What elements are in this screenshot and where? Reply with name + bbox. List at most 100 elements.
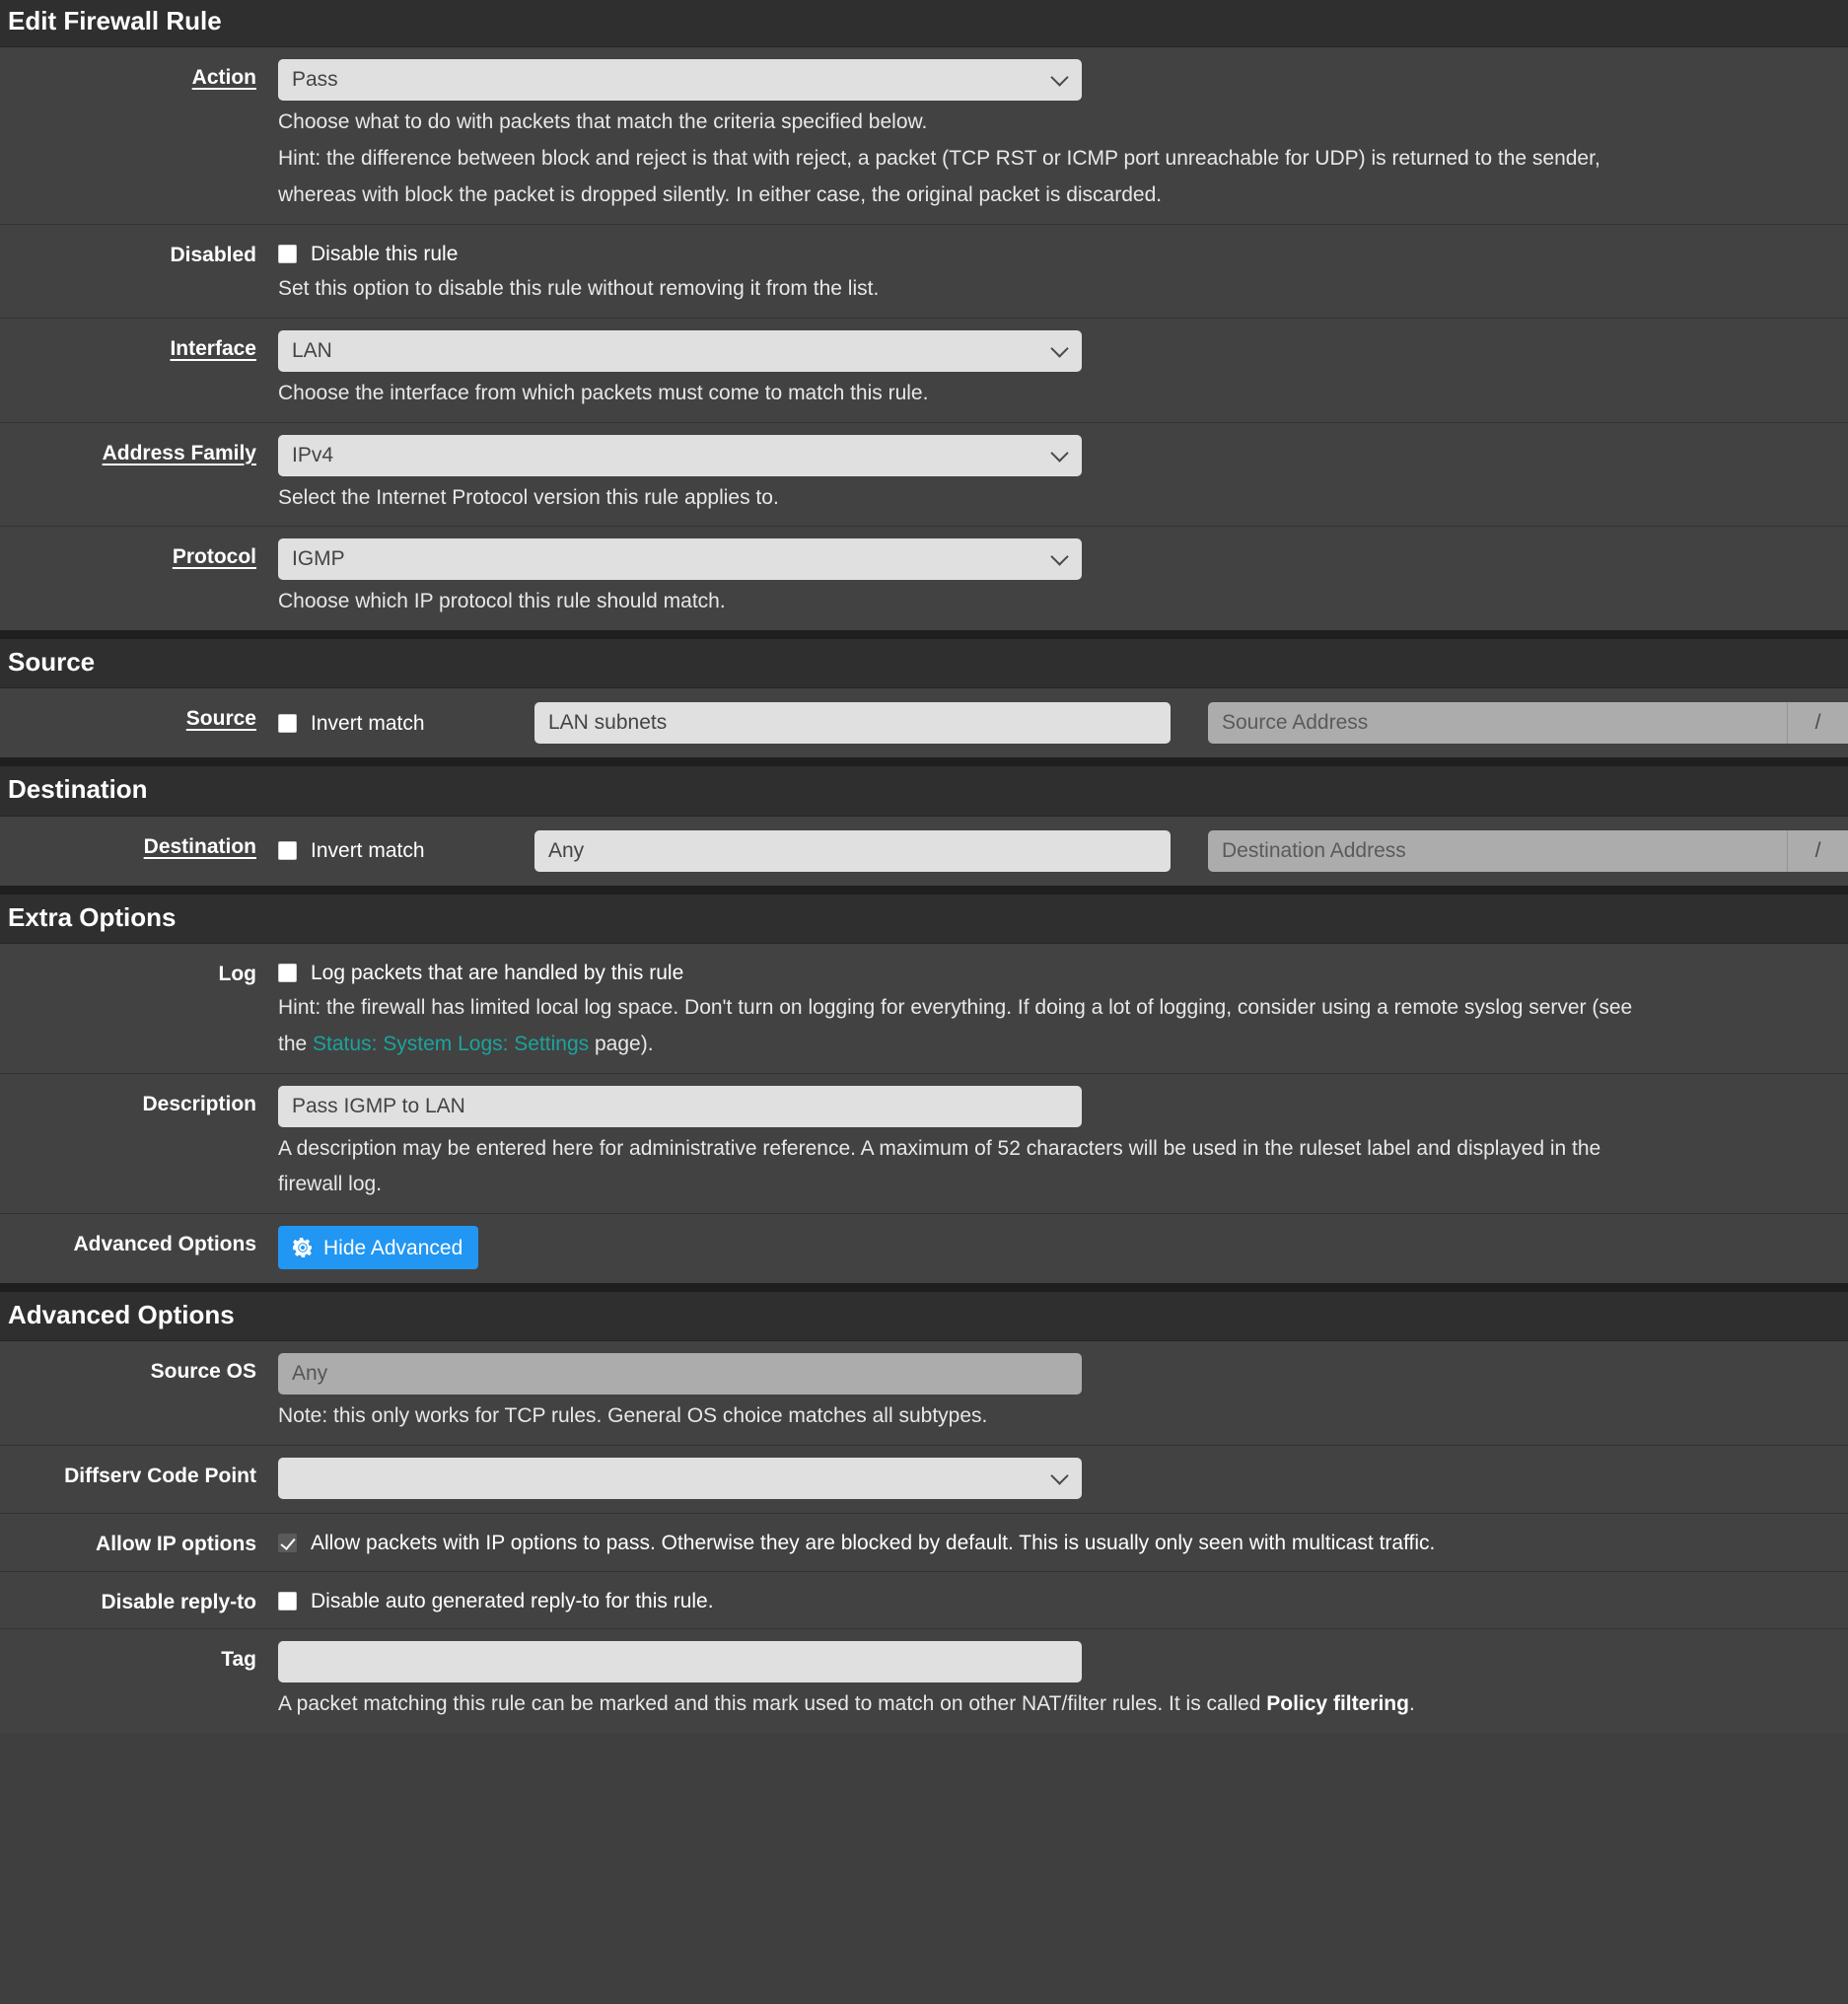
page-title: Edit Firewall Rule [0, 0, 1848, 48]
description-input[interactable]: Pass IGMP to LAN [278, 1085, 1082, 1127]
diffserv-select-wrap [278, 1458, 1082, 1500]
protocol-help: Choose which IP protocol this rule shoul… [278, 590, 726, 613]
section-divider [0, 757, 1848, 767]
destination-type-select[interactable]: Any [534, 829, 1171, 872]
address-family-help: Select the Internet Protocol version thi… [278, 485, 779, 509]
form-row-protocol: Protocol IGMP Choose which IP protocol t… [0, 527, 1848, 631]
form-row-advanced-toggle: Advanced Options Hide Advanced [0, 1214, 1848, 1284]
source-address-input[interactable]: Source Address [1208, 702, 1787, 745]
tag-help-bold: Policy filtering [1266, 1691, 1409, 1715]
source-inline-row: Invert match LAN subnets Source Address … [278, 700, 1848, 745]
hide-advanced-button-label: Hide Advanced [323, 1236, 463, 1259]
source-os-select: Any [278, 1353, 1082, 1396]
protocol-body: IGMP Choose which IP protocol this rule … [278, 527, 1848, 630]
form-row-action: Action Pass Choose what to do with packe… [0, 47, 1848, 225]
allow-ip-options-body: Allow packets with IP options to pass. O… [278, 1514, 1848, 1570]
form-row-description: Description Pass IGMP to LAN A descripti… [0, 1073, 1848, 1215]
source-invert-checkbox[interactable] [278, 713, 297, 733]
description-help-line-2: firewall log. [278, 1173, 383, 1196]
disable-reply-to-checkbox[interactable] [278, 1591, 297, 1610]
disabled-help: Set this option to disable this rule wit… [278, 276, 880, 300]
disable-reply-to-body: Disable auto generated reply-to for this… [278, 1572, 1848, 1628]
disable-reply-to-checkbox-row[interactable]: Disable auto generated reply-to for this… [278, 1584, 1848, 1614]
action-label: Action [0, 47, 278, 91]
protocol-label: Protocol [0, 527, 278, 570]
action-help-line-1: Choose what to do with packets that matc… [278, 110, 928, 134]
advanced-options-section-heading: Advanced Options [0, 1292, 1848, 1342]
allow-ip-options-checkbox-row[interactable]: Allow packets with IP options to pass. O… [278, 1526, 1848, 1556]
log-checkbox-label: Log packets that are handled by this rul… [311, 961, 684, 984]
edit-firewall-rule-page: Edit Firewall Rule Action Pass Choose wh… [0, 0, 1848, 1733]
log-body: Log packets that are handled by this rul… [278, 944, 1848, 1073]
action-help-line-3: whereas with block the packet is dropped… [278, 182, 1163, 206]
source-invert-label: Invert match [311, 711, 425, 735]
source-os-help: Note: this only works for TCP rules. Gen… [278, 1404, 988, 1428]
description-help-line-1: A description may be entered here for ad… [278, 1136, 1601, 1160]
form-row-source: Source Invert match LAN subnets Source A… [0, 688, 1848, 758]
source-body: Invert match LAN subnets Source Address … [278, 688, 1848, 757]
protocol-select[interactable]: IGMP [278, 538, 1082, 581]
address-family-label-text: Address Family [102, 441, 256, 465]
description-label: Description [142, 1092, 256, 1115]
extra-options-section-heading: Extra Options [0, 894, 1848, 944]
destination-invert-checkbox[interactable] [278, 841, 297, 861]
disable-rule-checkbox[interactable] [278, 244, 297, 263]
advanced-options-toggle-body: Hide Advanced [278, 1214, 1848, 1283]
source-type-select[interactable]: LAN subnets [534, 702, 1171, 745]
protocol-label-text: Protocol [172, 545, 256, 569]
interface-label-text: Interface [170, 336, 256, 360]
tag-input[interactable] [278, 1640, 1082, 1682]
destination-address-group: Destination Address / [1208, 829, 1848, 872]
source-label-text: Source [185, 707, 256, 731]
form-row-destination: Destination Invert match Any Destination… [0, 816, 1848, 886]
log-help-suffix: page). [589, 1032, 654, 1055]
destination-section-heading: Destination [0, 766, 1848, 817]
log-checkbox-row[interactable]: Log packets that are handled by this rul… [278, 956, 1848, 986]
destination-invert-label: Invert match [311, 838, 425, 862]
disable-rule-checkbox-label: Disable this rule [311, 242, 459, 265]
disable-reply-to-checkbox-label: Disable auto generated reply-to for this… [311, 1589, 714, 1612]
address-family-select-wrap: IPv4 [278, 434, 1082, 476]
action-select-wrap: Pass [278, 59, 1082, 102]
form-row-source-os: Source OS Any Note: this only works for … [0, 1341, 1848, 1447]
form-row-interface: Interface LAN Choose the interface from … [0, 318, 1848, 423]
destination-body: Invert match Any Destination Address / [278, 817, 1848, 886]
form-row-log: Log Log packets that are handled by this… [0, 943, 1848, 1074]
diffserv-label: Diffserv Code Point [64, 1465, 256, 1488]
protocol-select-wrap: IGMP [278, 538, 1082, 581]
tag-body: A packet matching this rule can be marke… [278, 1629, 1848, 1733]
destination-address-input[interactable]: Destination Address [1208, 829, 1787, 872]
tag-help: A packet matching this rule can be marke… [278, 1682, 1848, 1719]
tag-help-prefix: A packet matching this rule can be marke… [278, 1691, 1267, 1715]
source-type-select-wrap: LAN subnets [534, 702, 1171, 745]
section-divider [0, 630, 1848, 640]
destination-invert-group[interactable]: Invert match [278, 837, 534, 864]
address-family-select[interactable]: IPv4 [278, 434, 1082, 476]
form-row-disabled: Disabled Disable this rule Set this opti… [0, 224, 1848, 319]
system-logs-settings-link[interactable]: Status: System Logs: Settings [313, 1033, 589, 1055]
form-row-address-family: Address Family IPv4 Select the Internet … [0, 422, 1848, 528]
source-mask-addon: / [1787, 702, 1848, 745]
interface-select-wrap: LAN [278, 329, 1082, 372]
action-select[interactable]: Pass [278, 59, 1082, 102]
interface-select[interactable]: LAN [278, 329, 1082, 372]
log-checkbox[interactable] [278, 963, 297, 982]
allow-ip-options-checkbox[interactable] [278, 1534, 297, 1553]
tag-label: Tag [221, 1647, 256, 1671]
interface-help: Choose the interface from which packets … [278, 381, 929, 404]
diffserv-select[interactable] [278, 1458, 1082, 1500]
source-invert-group[interactable]: Invert match [278, 710, 534, 737]
log-help-line-2: the Status: System Logs: Settings page). [278, 1023, 1848, 1059]
action-help-line-2: Hint: the difference between block and r… [278, 147, 1600, 170]
gear-icon [291, 1236, 315, 1259]
destination-label: Destination [0, 817, 278, 860]
destination-inline-row: Invert match Any Destination Address / [278, 828, 1848, 872]
source-os-body: Any Note: this only works for TCP rules.… [278, 1341, 1848, 1445]
disable-rule-checkbox-row[interactable]: Disable this rule [278, 237, 1848, 267]
address-family-body: IPv4 Select the Internet Protocol versio… [278, 423, 1848, 527]
advanced-options-toggle-label: Advanced Options [73, 1233, 256, 1256]
allow-ip-options-checkbox-label: Allow packets with IP options to pass. O… [311, 1532, 1436, 1555]
destination-label-text: Destination [143, 834, 256, 858]
allow-ip-options-label: Allow IP options [96, 1533, 256, 1556]
hide-advanced-button[interactable]: Hide Advanced [278, 1226, 479, 1270]
